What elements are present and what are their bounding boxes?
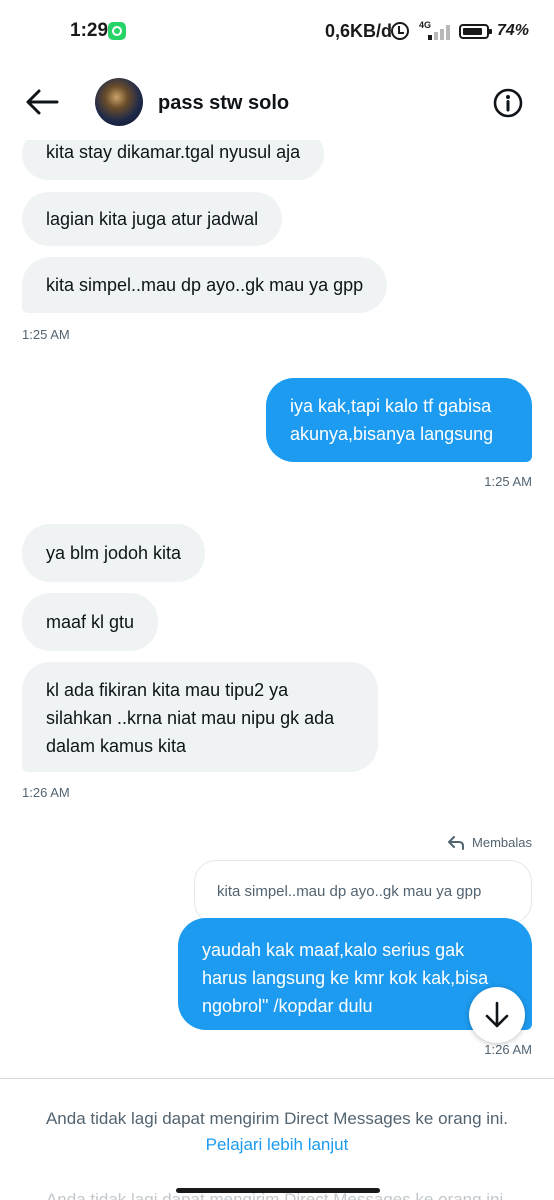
message-text-line: yaudah kak maaf,kalo serius gak: [202, 940, 465, 960]
message-text-line: iya kak,tapi kalo tf gabisa: [290, 396, 492, 416]
reply-indicator: Membalas: [448, 835, 532, 850]
message-text: kita simpel..mau dp ayo..gk mau ya gpp: [46, 275, 364, 295]
arrow-left-icon: [26, 89, 59, 115]
message-text: ya blm jodoh kita: [46, 543, 182, 563]
reply-icon: [448, 835, 465, 850]
message-bubble-incoming[interactable]: maaf kl gtu: [22, 593, 159, 651]
avatar[interactable]: [95, 78, 143, 126]
arrow-down-icon: [485, 1001, 509, 1028]
message-timestamp: 1:26 AM: [22, 785, 70, 800]
message-timestamp: 1:25 AM: [484, 474, 532, 489]
scroll-to-bottom-button[interactable]: [469, 987, 525, 1043]
info-icon: [493, 88, 523, 118]
message-text-line: silahkan ..krna niat mau nipu gk ada: [46, 708, 335, 728]
message-text-line: ngobrol" /kopdar dulu: [202, 996, 373, 1016]
message-bubble-incoming[interactable]: kita simpel..mau dp ayo..gk mau ya gpp: [22, 257, 388, 313]
contact-name[interactable]: pass stw solo: [158, 92, 289, 115]
reply-label: Membalas: [472, 835, 532, 850]
quoted-message[interactable]: kita simpel..mau dp ayo..gk mau ya gpp: [194, 860, 532, 924]
dm-disabled-notice-overflow: Anda tidak lagi dapat mengirim Direct Me…: [0, 1193, 554, 1200]
message-text: maaf kl gtu: [46, 612, 135, 632]
message-text-line: dalam kamus kita: [46, 736, 187, 756]
message-text: lagian kita juga atur jadwal: [46, 209, 259, 229]
message-text: kita stay dikamar.tgal nyusul aja: [46, 142, 301, 162]
message-text-line: harus langsung ke kmr kok kak,bisa: [202, 968, 489, 988]
dm-footer: Anda tidak lagi dapat mengirim Direct Me…: [0, 1078, 554, 1200]
quoted-text: kita simpel..mau dp ayo..gk mau ya gpp: [217, 883, 482, 900]
message-timestamp: 1:25 AM: [22, 327, 70, 342]
back-button[interactable]: [22, 82, 62, 122]
message-bubble-incoming[interactable]: lagian kita juga atur jadwal: [22, 192, 283, 246]
info-button[interactable]: [490, 85, 526, 121]
message-bubble-incoming[interactable]: kl ada fikiran kita mau tipu2 ya silahka…: [22, 662, 378, 772]
message-text-line: kl ada fikiran kita mau tipu2 ya: [46, 680, 289, 700]
message-text-line: akunya,bisanya langsung: [290, 424, 494, 444]
dm-disabled-notice: Anda tidak lagi dapat mengirim Direct Me…: [45, 1109, 509, 1128]
conversation-header: pass stw solo: [0, 64, 554, 140]
conversation: kita stay dikamar.tgal nyusul aja lagian…: [0, 0, 554, 1080]
message-timestamp: 1:26 AM: [484, 1042, 532, 1057]
learn-more-link[interactable]: Pelajari lebih lanjut: [0, 1135, 554, 1155]
message-bubble-incoming[interactable]: ya blm jodoh kita: [22, 524, 206, 582]
message-bubble-outgoing[interactable]: iya kak,tapi kalo tf gabisa akunya,bisan…: [266, 378, 532, 462]
